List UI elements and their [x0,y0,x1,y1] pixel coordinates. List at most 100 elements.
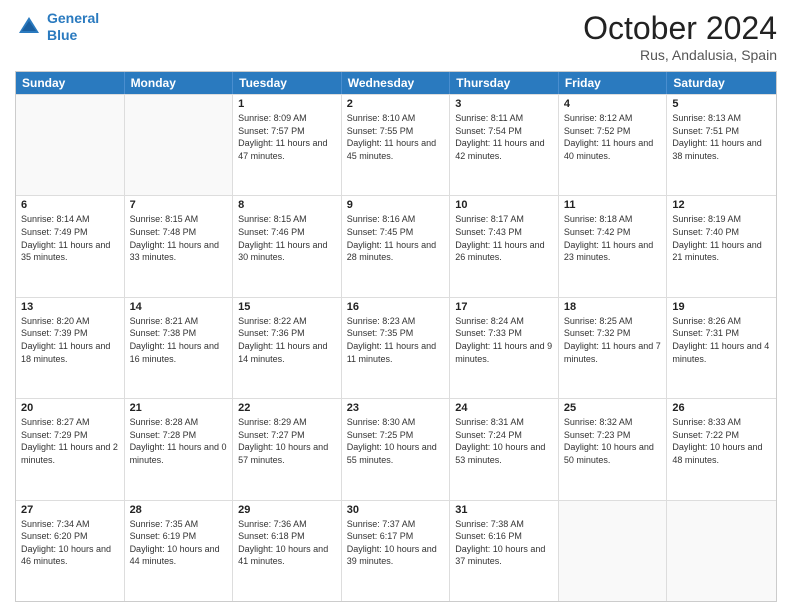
day-cell-12: 12 Sunrise: 8:19 AM Sunset: 7:40 PM Dayli… [667,196,776,296]
empty-cell [125,95,234,195]
cell-info: Sunrise: 8:25 AM Sunset: 7:32 PM Dayligh… [564,315,662,365]
month-title: October 2024 [583,10,777,47]
day-cell-13: 13 Sunrise: 8:20 AM Sunset: 7:39 PM Dayli… [16,298,125,398]
cell-info: Sunrise: 8:19 AM Sunset: 7:40 PM Dayligh… [672,213,771,263]
day-number: 1 [238,98,336,110]
cell-info: Sunrise: 8:26 AM Sunset: 7:31 PM Dayligh… [672,315,771,365]
day-number: 24 [455,402,553,414]
cell-info: Sunrise: 8:20 AM Sunset: 7:39 PM Dayligh… [21,315,119,365]
day-cell-30: 30Sunrise: 7:37 AM Sunset: 6:17 PM Dayli… [342,501,451,601]
day-cell-29: 29 Sunrise: 7:36 AM Sunset: 6:18 PM Dayli… [233,501,342,601]
week-row-2: 13 Sunrise: 8:20 AM Sunset: 7:39 PM Dayli… [16,297,776,398]
day-number: 18 [564,301,662,313]
day-number: 28 [130,504,228,516]
day-cell-4: 4Sunrise: 8:12 AM Sunset: 7:52 PM Daylig… [559,95,668,195]
header: General Blue October 2024 Rus, Andalusia… [15,10,777,63]
day-cell-19: 19Sunrise: 8:26 AM Sunset: 7:31 PM Dayli… [667,298,776,398]
day-number: 9 [347,199,445,211]
day-number: 16 [347,301,445,313]
cell-info: Sunrise: 8:11 AM Sunset: 7:54 PM Dayligh… [455,112,553,162]
day-number: 29 [238,504,336,516]
day-cell-7: 7 Sunrise: 8:15 AM Sunset: 7:48 PM Daylig… [125,196,234,296]
day-number: 17 [455,301,553,313]
cell-info: Sunrise: 8:32 AM Sunset: 7:23 PM Dayligh… [564,416,662,466]
day-cell-23: 23Sunrise: 8:30 AM Sunset: 7:25 PM Dayli… [342,399,451,499]
cell-info: Sunrise: 8:18 AM Sunset: 7:42 PM Dayligh… [564,213,662,263]
cell-info: Sunrise: 8:24 AM Sunset: 7:33 PM Dayligh… [455,315,553,365]
empty-cell [559,501,668,601]
day-number: 25 [564,402,662,414]
week-row-1: 6 Sunrise: 8:14 AM Sunset: 7:49 PM Daylig… [16,195,776,296]
day-number: 14 [130,301,228,313]
day-cell-5: 5 Sunrise: 8:13 AM Sunset: 7:51 PM Daylig… [667,95,776,195]
calendar-body: 1 Sunrise: 8:09 AM Sunset: 7:57 PM Daylig… [16,94,776,601]
day-number: 22 [238,402,336,414]
day-cell-21: 21Sunrise: 8:28 AM Sunset: 7:28 PM Dayli… [125,399,234,499]
day-number: 10 [455,199,553,211]
cell-info: Sunrise: 8:10 AM Sunset: 7:55 PM Dayligh… [347,112,445,162]
cell-info: Sunrise: 7:36 AM Sunset: 6:18 PM Dayligh… [238,518,336,568]
header-day-sunday: Sunday [16,72,125,94]
logo-icon [15,13,43,41]
day-number: 6 [21,199,119,211]
cell-info: Sunrise: 8:30 AM Sunset: 7:25 PM Dayligh… [347,416,445,466]
logo: General Blue [15,10,99,44]
day-number: 31 [455,504,553,516]
day-number: 11 [564,199,662,211]
cell-info: Sunrise: 8:12 AM Sunset: 7:52 PM Dayligh… [564,112,662,162]
cell-info: Sunrise: 8:28 AM Sunset: 7:28 PM Dayligh… [130,416,228,466]
day-number: 15 [238,301,336,313]
day-number: 30 [347,504,445,516]
logo-general: General [47,10,99,26]
cell-info: Sunrise: 8:22 AM Sunset: 7:36 PM Dayligh… [238,315,336,365]
logo-text: General Blue [47,10,99,44]
day-number: 13 [21,301,119,313]
day-cell-3: 3 Sunrise: 8:11 AM Sunset: 7:54 PM Daylig… [450,95,559,195]
page: General Blue October 2024 Rus, Andalusia… [0,0,792,612]
location: Rus, Andalusia, Spain [583,47,777,63]
day-number: 12 [672,199,771,211]
calendar-header: SundayMondayTuesdayWednesdayThursdayFrid… [16,72,776,94]
empty-cell [667,501,776,601]
day-number: 7 [130,199,228,211]
day-number: 27 [21,504,119,516]
day-cell-28: 28 Sunrise: 7:35 AM Sunset: 6:19 PM Dayli… [125,501,234,601]
cell-info: Sunrise: 7:35 AM Sunset: 6:19 PM Dayligh… [130,518,228,568]
day-cell-17: 17 Sunrise: 8:24 AM Sunset: 7:33 PM Dayli… [450,298,559,398]
cell-info: Sunrise: 8:14 AM Sunset: 7:49 PM Dayligh… [21,213,119,263]
day-cell-8: 8Sunrise: 8:15 AM Sunset: 7:46 PM Daylig… [233,196,342,296]
day-number: 20 [21,402,119,414]
cell-info: Sunrise: 7:38 AM Sunset: 6:16 PM Dayligh… [455,518,553,568]
week-row-3: 20 Sunrise: 8:27 AM Sunset: 7:29 PM Dayli… [16,398,776,499]
day-cell-18: 18 Sunrise: 8:25 AM Sunset: 7:32 PM Dayli… [559,298,668,398]
calendar: SundayMondayTuesdayWednesdayThursdayFrid… [15,71,777,602]
cell-info: Sunrise: 8:15 AM Sunset: 7:46 PM Dayligh… [238,213,336,263]
cell-info: Sunrise: 8:16 AM Sunset: 7:45 PM Dayligh… [347,213,445,263]
day-cell-27: 27 Sunrise: 7:34 AM Sunset: 6:20 PM Dayli… [16,501,125,601]
cell-info: Sunrise: 8:15 AM Sunset: 7:48 PM Dayligh… [130,213,228,263]
cell-info: Sunrise: 8:21 AM Sunset: 7:38 PM Dayligh… [130,315,228,365]
cell-info: Sunrise: 8:29 AM Sunset: 7:27 PM Dayligh… [238,416,336,466]
day-cell-31: 31 Sunrise: 7:38 AM Sunset: 6:16 PM Dayli… [450,501,559,601]
day-cell-15: 15 Sunrise: 8:22 AM Sunset: 7:36 PM Dayli… [233,298,342,398]
header-day-friday: Friday [559,72,668,94]
day-number: 5 [672,98,771,110]
cell-info: Sunrise: 7:34 AM Sunset: 6:20 PM Dayligh… [21,518,119,568]
cell-info: Sunrise: 8:09 AM Sunset: 7:57 PM Dayligh… [238,112,336,162]
week-row-0: 1 Sunrise: 8:09 AM Sunset: 7:57 PM Daylig… [16,94,776,195]
cell-info: Sunrise: 8:31 AM Sunset: 7:24 PM Dayligh… [455,416,553,466]
week-row-4: 27 Sunrise: 7:34 AM Sunset: 6:20 PM Dayli… [16,500,776,601]
cell-info: Sunrise: 8:13 AM Sunset: 7:51 PM Dayligh… [672,112,771,162]
day-cell-6: 6 Sunrise: 8:14 AM Sunset: 7:49 PM Daylig… [16,196,125,296]
day-cell-22: 22 Sunrise: 8:29 AM Sunset: 7:27 PM Dayli… [233,399,342,499]
logo-blue: Blue [47,27,77,43]
cell-info: Sunrise: 8:27 AM Sunset: 7:29 PM Dayligh… [21,416,119,466]
cell-info: Sunrise: 8:23 AM Sunset: 7:35 PM Dayligh… [347,315,445,365]
day-number: 3 [455,98,553,110]
empty-cell [16,95,125,195]
day-cell-9: 9 Sunrise: 8:16 AM Sunset: 7:45 PM Daylig… [342,196,451,296]
day-cell-1: 1 Sunrise: 8:09 AM Sunset: 7:57 PM Daylig… [233,95,342,195]
cell-info: Sunrise: 8:17 AM Sunset: 7:43 PM Dayligh… [455,213,553,263]
day-number: 2 [347,98,445,110]
day-cell-14: 14 Sunrise: 8:21 AM Sunset: 7:38 PM Dayli… [125,298,234,398]
